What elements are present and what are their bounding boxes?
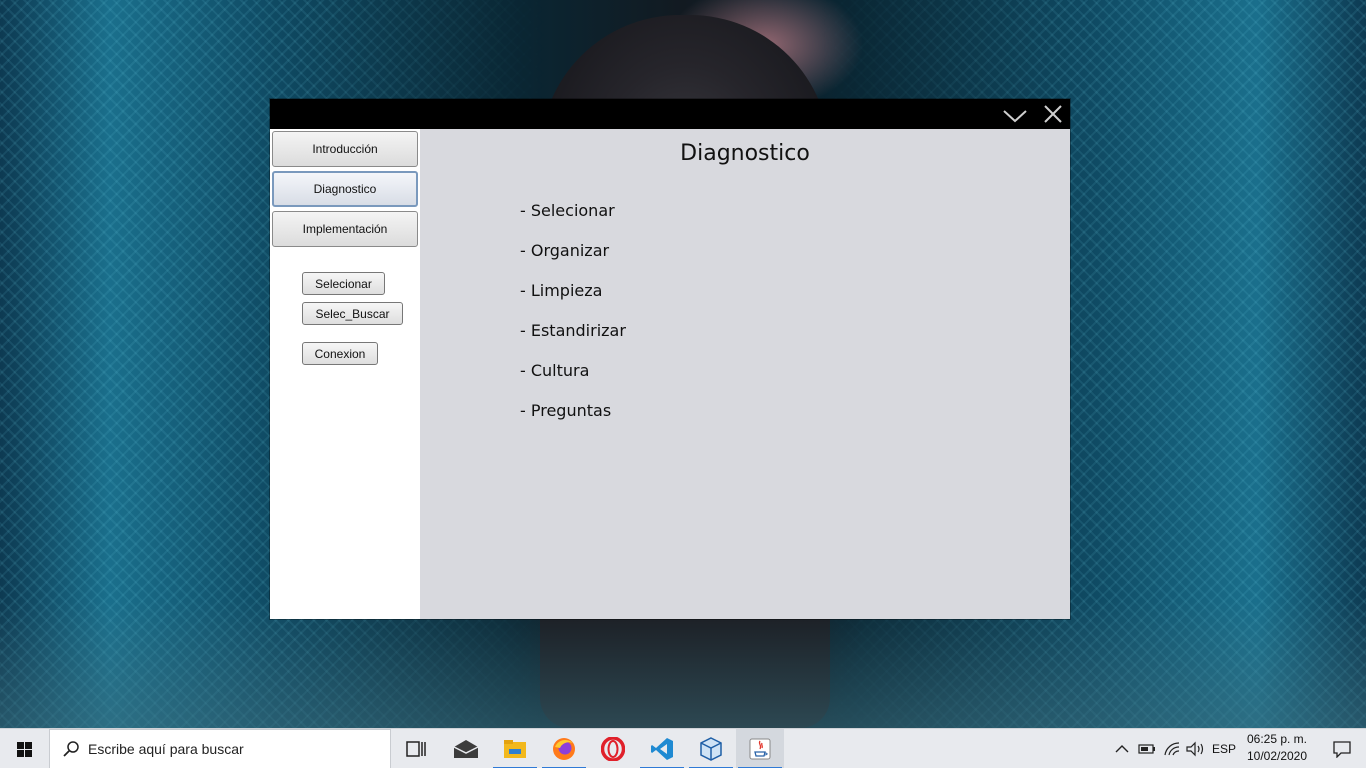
minimize-button[interactable]: [1002, 103, 1028, 125]
clock-date: 10/02/2020: [1246, 749, 1308, 763]
taskbar-app-opera[interactable]: [589, 729, 637, 768]
network-button[interactable]: [1160, 729, 1184, 768]
app-window: Introducción Diagnostico Implementación …: [270, 99, 1070, 619]
taskbar-clock[interactable]: 06:25 p. m. 10/02/2020: [1240, 731, 1314, 765]
selecionar-button[interactable]: Selecionar: [302, 272, 385, 295]
input-language-indicator[interactable]: ESP: [1210, 729, 1238, 768]
notification-icon: [1333, 741, 1351, 758]
taskbar-app-vscode[interactable]: [638, 729, 686, 768]
taskbar-app-virtualbox[interactable]: [687, 729, 735, 768]
speaker-icon: [1186, 741, 1204, 757]
wifi-icon: [1164, 742, 1180, 756]
page-title: Diagnostico: [680, 141, 810, 166]
vscode-icon: [651, 738, 673, 760]
folder-icon: [504, 740, 526, 758]
taskbar-app-mail[interactable]: [442, 729, 490, 768]
task-view-icon: [406, 741, 426, 757]
taskbar-search-box[interactable]: Escribe aquí para buscar: [49, 729, 391, 768]
taskbar: Escribe aquí para buscar ESP 06:25 p. m.…: [0, 728, 1366, 768]
windows-logo-icon: [17, 742, 32, 757]
task-view-button[interactable]: [392, 729, 440, 768]
start-button[interactable]: [0, 729, 48, 768]
action-center-button[interactable]: [1318, 729, 1366, 768]
topic-item: - Estandirizar: [520, 321, 626, 340]
search-placeholder: Escribe aquí para buscar: [88, 741, 244, 757]
battery-icon: [1138, 744, 1155, 754]
volume-button[interactable]: [1184, 729, 1208, 768]
topic-item: - Selecionar: [520, 201, 615, 220]
firefox-icon: [553, 738, 575, 760]
title-bar[interactable]: [270, 99, 1070, 129]
taskbar-app-java[interactable]: [736, 729, 784, 768]
virtualbox-icon: [700, 737, 722, 761]
sidebar: Introducción Diagnostico Implementación …: [270, 129, 420, 619]
taskbar-app-file-explorer[interactable]: [491, 729, 539, 768]
java-icon: [749, 738, 771, 760]
battery-button[interactable]: [1136, 729, 1158, 768]
chevron-up-icon: [1115, 745, 1129, 753]
content-panel: Diagnostico - Selecionar - Organizar - L…: [420, 129, 1070, 619]
chevron-down-icon: [1003, 110, 1027, 123]
close-icon: [1044, 105, 1062, 123]
topic-item: - Preguntas: [520, 401, 612, 420]
close-button[interactable]: [1040, 103, 1066, 125]
nav-introduccion-button[interactable]: Introducción: [272, 131, 418, 167]
show-hidden-icons-button[interactable]: [1112, 729, 1132, 768]
topic-item: - Cultura: [520, 361, 590, 380]
search-icon: [63, 741, 79, 757]
conexion-button[interactable]: Conexion: [302, 342, 378, 365]
selec-buscar-button[interactable]: Selec_Buscar: [302, 302, 403, 325]
nav-implementacion-button[interactable]: Implementación: [272, 211, 418, 247]
mail-icon: [453, 740, 479, 758]
topic-item: - Organizar: [520, 241, 610, 260]
nav-diagnostico-button[interactable]: Diagnostico: [272, 171, 418, 207]
opera-icon: [601, 737, 625, 761]
topic-item: - Limpieza: [520, 281, 603, 300]
clock-time: 06:25 p. m.: [1246, 732, 1308, 746]
taskbar-app-firefox[interactable]: [540, 729, 588, 768]
